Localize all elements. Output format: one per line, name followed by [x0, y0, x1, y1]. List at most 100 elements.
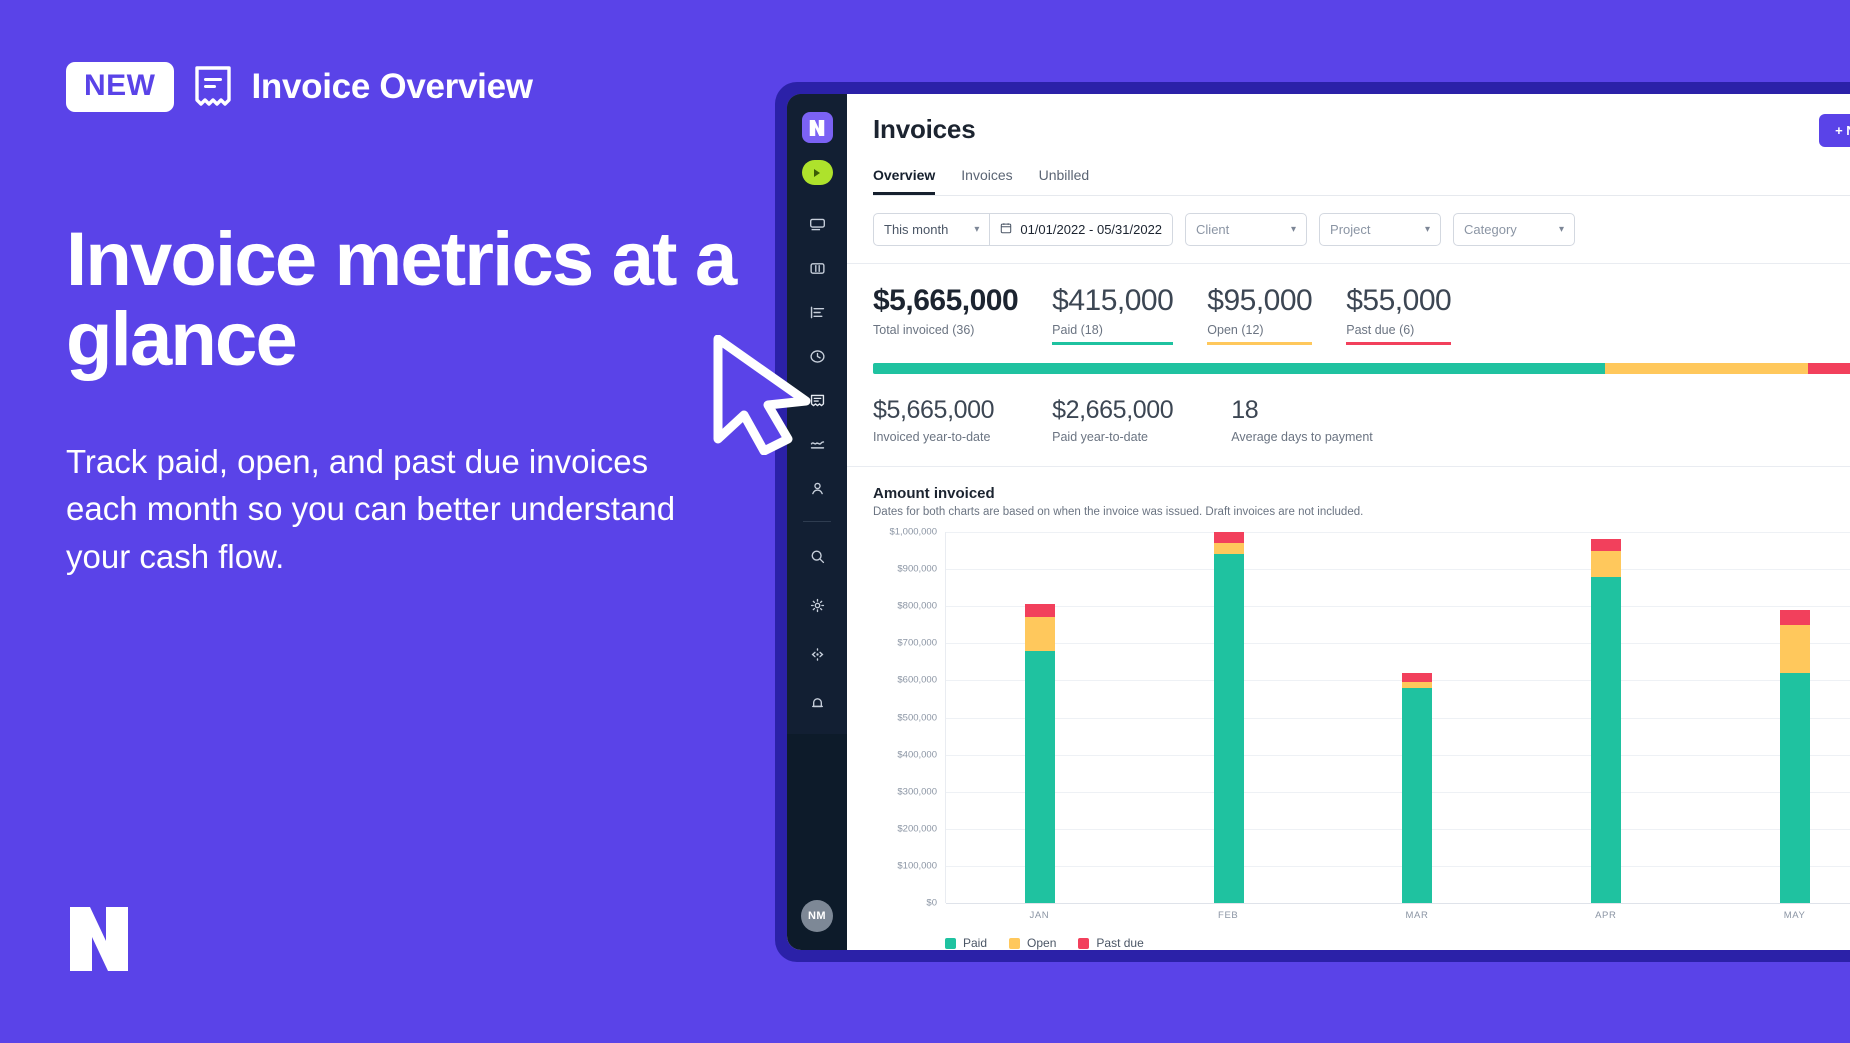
legend-label: Open	[1027, 936, 1057, 950]
gear-icon	[809, 597, 826, 619]
chart-y-axis: $1,000,000 $900,000 $800,000 $700,000 $600,0…	[873, 527, 945, 909]
tab-overview[interactable]: Overview	[873, 167, 936, 195]
client-select[interactable]: Client ▾	[1185, 213, 1308, 246]
stat-invoiced-ytd: $5,665,000 Invoiced year-to-date	[873, 396, 995, 444]
sidebar-item-board[interactable]	[800, 254, 834, 288]
chart-legend: Paid Open Past due	[945, 936, 1850, 950]
legend-item-past-due[interactable]: Past due	[1078, 936, 1144, 950]
task-list-icon	[809, 304, 826, 326]
stat-value: $5,665,000	[873, 396, 995, 424]
sidebar-item-time[interactable]	[800, 342, 834, 376]
sidebar-item-search[interactable]	[800, 542, 834, 576]
stat-paid-ytd: $2,665,000 Paid year-to-date	[1052, 396, 1174, 444]
kpi-value: $95,000	[1207, 284, 1313, 317]
secondary-stats-row: $5,665,000 Invoiced year-to-date $2,665,…	[847, 374, 1850, 444]
chart-subtitle: Dates for both charts are based on when …	[873, 506, 1364, 518]
amount-invoiced-chart: Amount invoiced Dates for both charts ar…	[847, 467, 1850, 950]
bar-segment-past-due	[1213, 532, 1244, 544]
y-tick-label: $1,000,000	[889, 526, 937, 538]
sidebar-item-monitor[interactable]	[800, 210, 834, 244]
sidebar-item-tasks[interactable]	[800, 298, 834, 332]
sidebar-item-invoices[interactable]	[800, 386, 834, 420]
bar-segment-past-due	[1402, 672, 1433, 683]
chart-slot	[1512, 532, 1701, 903]
y-tick-label: $100,000	[897, 860, 937, 872]
status-progress-bar	[873, 363, 1850, 374]
sidebar-app-logo[interactable]	[801, 112, 833, 143]
new-invoice-button[interactable]: + New	[1819, 114, 1850, 147]
app-window: NM Invoices + New Overview Invoices Unbi…	[775, 82, 1850, 962]
chart-bar[interactable]	[1025, 604, 1056, 903]
project-select[interactable]: Project ▾	[1319, 213, 1442, 246]
code-icon	[809, 646, 826, 668]
chart-bar[interactable]	[1213, 532, 1244, 903]
bell-icon	[809, 695, 826, 717]
promo-subcopy: Track paid, open, and past due invoices …	[66, 442, 676, 576]
chart-slot	[1135, 532, 1324, 903]
sidebar-item-integrations[interactable]	[800, 640, 834, 674]
chart-bar[interactable]	[1779, 609, 1810, 903]
chevron-down-icon: ▾	[1559, 224, 1565, 235]
y-tick-label: $0	[926, 897, 937, 909]
badge-title: Invoice Overview	[251, 67, 533, 106]
topbar: Invoices + New Overview Invoices Unbille…	[847, 94, 1850, 196]
bar-segment-past-due	[1025, 604, 1056, 618]
y-tick-label: $200,000	[897, 823, 937, 835]
promo-panel: NEW Invoice Overview Invoice metrics at …	[0, 0, 790, 1043]
bar-segment-open	[1779, 624, 1810, 673]
period-value: This month	[884, 222, 949, 237]
chart-title: Amount invoiced	[873, 485, 995, 502]
app-inner: NM Invoices + New Overview Invoices Unbi…	[787, 94, 1850, 950]
bar-segment-paid	[1025, 650, 1056, 903]
sidebar-item-reports[interactable]	[800, 430, 834, 464]
stat-value: 18	[1231, 396, 1259, 424]
title-row: Invoices + New	[873, 114, 1850, 147]
period-select[interactable]: This month ▾	[873, 213, 991, 246]
sidebar-item-people[interactable]	[800, 474, 834, 508]
chart-bars	[946, 532, 1850, 903]
brand-logo-icon	[66, 903, 132, 975]
avatar[interactable]: NM	[801, 900, 833, 932]
sidebar: NM	[787, 94, 847, 950]
badge-row: NEW Invoice Overview	[66, 62, 790, 112]
page-title: Invoices	[873, 114, 976, 144]
y-tick-label: $400,000	[897, 749, 937, 761]
progress-segment-paid	[873, 363, 1605, 374]
filter-bar: This month ▾ 01/01/2022 - 05/31/2022 Cli…	[847, 196, 1850, 246]
bar-segment-open	[1025, 617, 1056, 651]
bar-segment-open	[1591, 550, 1622, 577]
bar-segment-paid	[1591, 576, 1622, 903]
tab-invoices[interactable]: Invoices	[961, 167, 1012, 195]
bar-segment-paid	[1213, 554, 1244, 903]
kpi-open: $95,000 Open (12)	[1207, 284, 1313, 345]
kpi-past-due: $55,000 Past due (6)	[1346, 284, 1452, 345]
chart-plot: $1,000,000 $900,000 $800,000 $700,000 $600,0…	[873, 527, 1850, 909]
y-tick-label: $300,000	[897, 786, 937, 798]
date-range-field[interactable]: 01/01/2022 - 05/31/2022	[990, 213, 1174, 246]
chevron-down-icon: ▾	[974, 224, 980, 235]
grid-line	[946, 903, 1850, 904]
period-range-group: This month ▾ 01/01/2022 - 05/31/2022	[873, 213, 1174, 246]
bar-segment-paid	[1402, 687, 1433, 903]
tab-unbilled[interactable]: Unbilled	[1039, 167, 1090, 195]
chart-bar[interactable]	[1402, 672, 1433, 903]
legend-item-open[interactable]: Open	[1009, 936, 1056, 950]
progress-segment-open	[1604, 363, 1808, 374]
bar-segment-past-due	[1779, 609, 1810, 625]
category-select[interactable]: Category ▾	[1453, 213, 1576, 246]
sidebar-item-settings[interactable]	[800, 591, 834, 625]
tabs: Overview Invoices Unbilled	[873, 167, 1850, 196]
progress-segment-past-due	[1807, 363, 1850, 374]
stat-label: Average days to payment	[1231, 430, 1373, 444]
invoice-icon	[809, 392, 826, 414]
y-tick-label: $500,000	[897, 712, 937, 723]
promo-headline: Invoice metrics at a glance	[66, 217, 737, 382]
legend-item-paid[interactable]: Paid	[945, 936, 987, 950]
chart-bar[interactable]	[1591, 539, 1622, 903]
sidebar-play-button[interactable]	[801, 160, 833, 185]
date-range-value: 01/01/2022 - 05/31/2022	[1020, 222, 1163, 237]
y-tick-label: $600,000	[897, 674, 937, 686]
sidebar-item-notifications[interactable]	[800, 689, 834, 723]
kpi-value: $5,665,000	[873, 284, 1019, 317]
chart-slot	[1323, 532, 1512, 903]
